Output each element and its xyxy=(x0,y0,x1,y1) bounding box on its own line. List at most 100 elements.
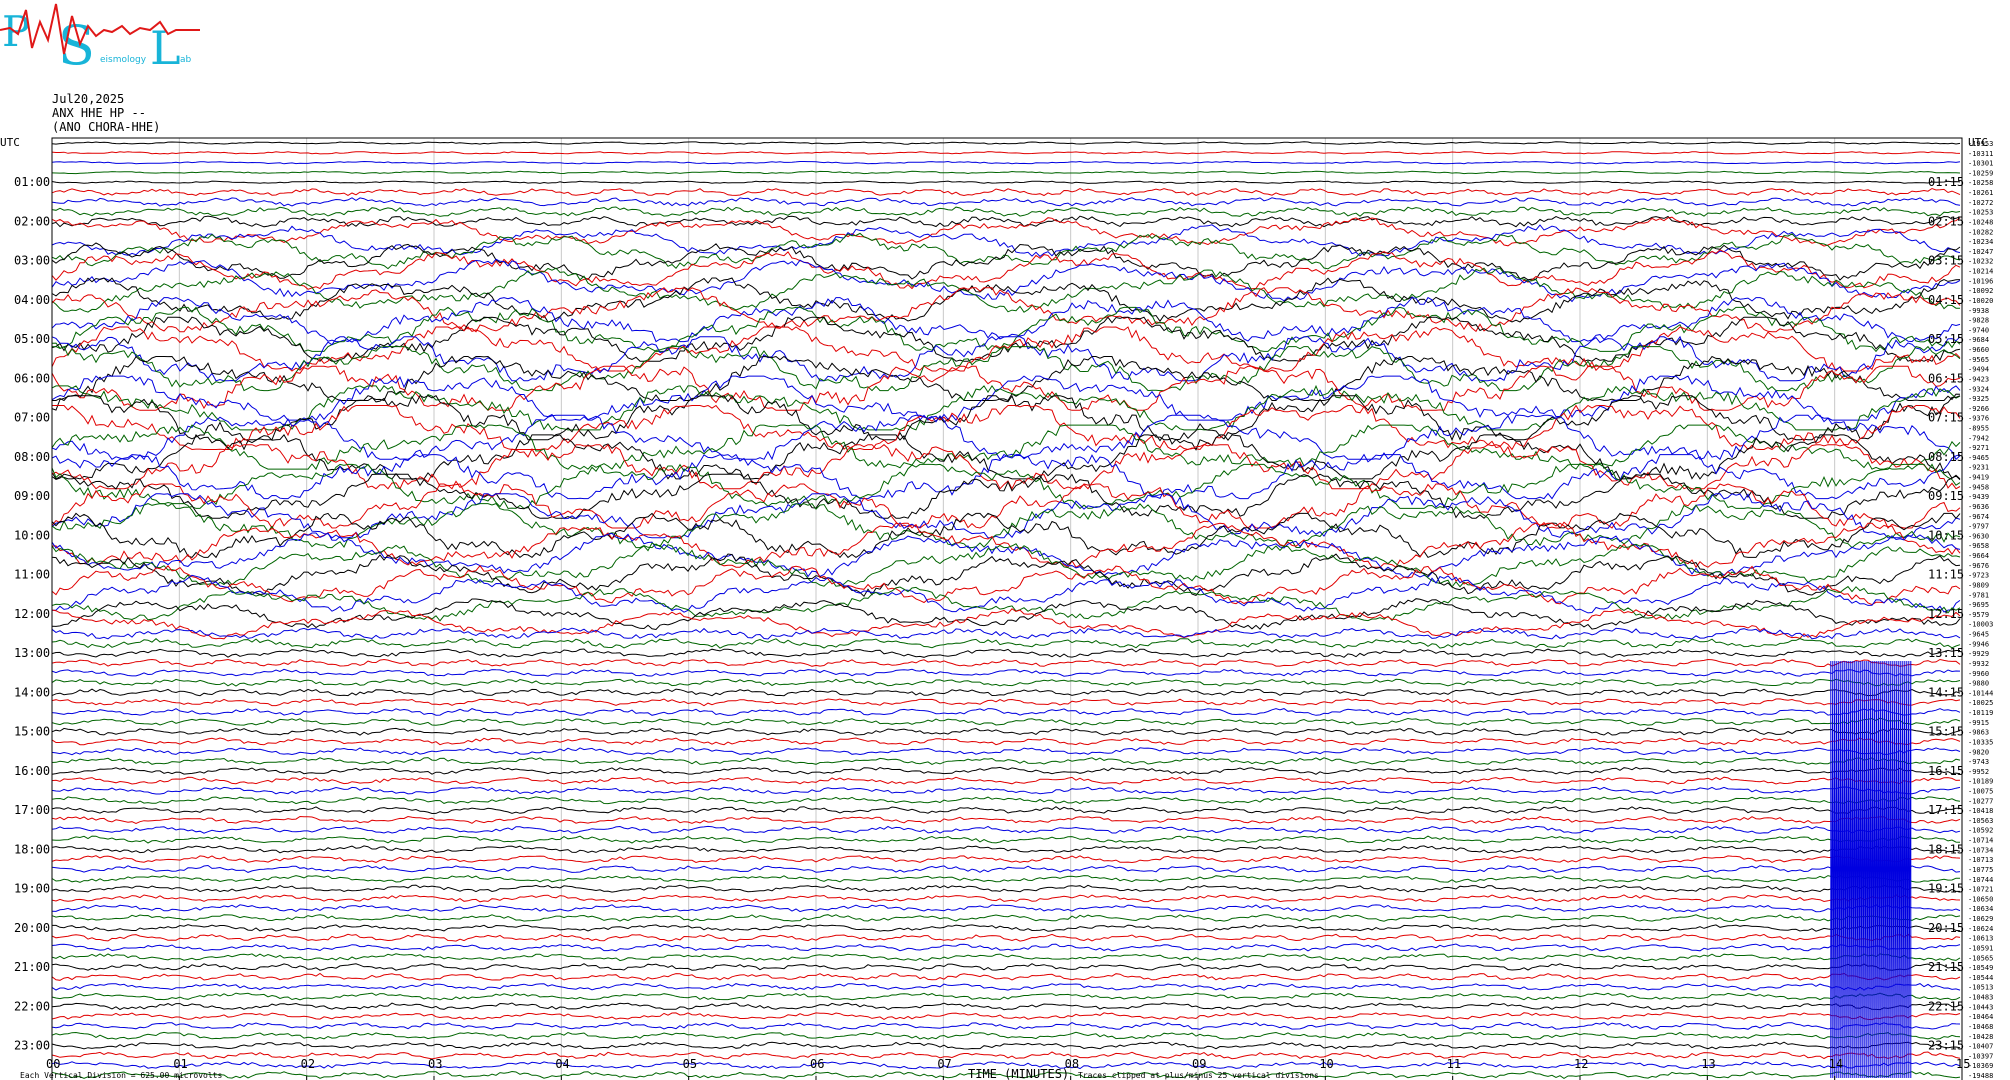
seismic-trace-line xyxy=(51,180,1961,184)
x-axis-label: TIME (MINUTES) xyxy=(968,1067,1069,1080)
seismic-trace-line xyxy=(51,708,1961,716)
trace-offset-label: -9828 xyxy=(1968,317,1989,325)
trace-offset-label: -10253 xyxy=(1968,209,1993,217)
trace-offset-label: -10397 xyxy=(1968,1052,1993,1060)
trace-offset-label: -10483 xyxy=(1968,994,1993,1002)
right-hour-label: 14:15 xyxy=(1928,685,1964,699)
seismic-trace-line xyxy=(51,747,1961,756)
seismic-trace-line xyxy=(51,963,1961,971)
trace-offset-label: -9419 xyxy=(1968,474,1989,482)
seismic-trace-line xyxy=(51,855,1961,864)
left-hour-label: 23:00 xyxy=(14,1039,50,1053)
left-hour-label: 01:00 xyxy=(14,175,50,189)
trace-offset-label: -9636 xyxy=(1968,503,1989,511)
trace-offset-label: -9458 xyxy=(1968,483,1989,491)
x-tick-label: 13 xyxy=(1701,1057,1715,1071)
trace-offset-label: -9324 xyxy=(1968,385,1989,393)
x-tick-label: 00 xyxy=(46,1057,60,1071)
seismic-trace-line xyxy=(51,1002,1961,1011)
seismic-trace-line xyxy=(51,627,1961,640)
right-hour-label: 22:15 xyxy=(1928,999,1964,1013)
left-hour-label: 11:00 xyxy=(14,568,50,582)
x-tick-label: 15 xyxy=(1956,1057,1970,1071)
seismic-trace-line xyxy=(51,796,1961,805)
left-hour-label: 07:00 xyxy=(14,411,50,425)
trace-offset-label: -10634 xyxy=(1968,905,1993,913)
left-hour-label: 13:00 xyxy=(14,646,50,660)
trace-offset-label: -10624 xyxy=(1968,925,1993,933)
seismic-trace-line xyxy=(51,277,1961,323)
seismic-trace-line xyxy=(51,972,1961,981)
right-hour-label: 04:15 xyxy=(1928,293,1964,307)
left-hour-label: 19:00 xyxy=(14,882,50,896)
trace-offset-label: -9664 xyxy=(1968,552,1989,560)
right-utc-label: UTC xyxy=(1968,136,1988,149)
x-tick-label: 02 xyxy=(301,1057,315,1071)
seismic-trace-line xyxy=(51,443,1961,490)
seismic-trace-line xyxy=(51,648,1960,658)
right-hour-label: 17:15 xyxy=(1928,803,1964,817)
trace-offset-label: -9684 xyxy=(1968,336,1989,344)
trace-offset-label: -9565 xyxy=(1968,356,1989,364)
seismic-trace-line xyxy=(51,296,1961,343)
seismic-trace-line xyxy=(51,1031,1961,1040)
trace-offset-label: -9494 xyxy=(1968,366,1989,374)
right-hour-label: 18:15 xyxy=(1928,842,1964,856)
seismic-trace-line xyxy=(51,757,1961,766)
trace-offset-label: -10247 xyxy=(1968,248,1993,256)
trace-offset-label: -9630 xyxy=(1968,532,1989,540)
trace-offset-label: -10003 xyxy=(1968,621,1993,629)
trace-offset-label: -10119 xyxy=(1968,709,1993,717)
seismic-trace-line xyxy=(51,160,1961,165)
trace-offset-label: -10196 xyxy=(1968,277,1993,285)
left-hour-label: 02:00 xyxy=(14,214,50,228)
left-hour-label: 21:00 xyxy=(14,960,50,974)
trace-offset-label: -10713 xyxy=(1968,856,1993,864)
trace-offset-label: -10775 xyxy=(1968,866,1993,874)
trace-offset-label: -7942 xyxy=(1968,434,1989,442)
right-hour-label: 23:15 xyxy=(1928,1039,1964,1053)
seismic-trace-line xyxy=(51,904,1961,913)
seismic-trace-line xyxy=(51,608,1961,640)
trace-offset-label: -9960 xyxy=(1968,670,1989,678)
trace-offset-label: -10428 xyxy=(1968,1033,1993,1041)
trace-offset-label: -10232 xyxy=(1968,258,1993,266)
seismic-trace-line xyxy=(51,698,1961,707)
trace-offset-label: -10613 xyxy=(1968,935,1993,943)
x-tick-label: 11 xyxy=(1447,1057,1461,1071)
seismic-trace-line xyxy=(51,894,1961,903)
trace-offset-label: -10544 xyxy=(1968,974,1993,982)
x-tick-label: 01 xyxy=(173,1057,187,1071)
trace-offset-label: -10443 xyxy=(1968,1003,1993,1011)
seismic-trace-line xyxy=(51,598,1961,631)
left-hour-label: 08:00 xyxy=(14,450,50,464)
seismic-traces xyxy=(51,141,1961,1079)
right-hour-label: 05:15 xyxy=(1928,332,1964,346)
right-hour-label: 01:15 xyxy=(1928,175,1964,189)
seismic-trace-line xyxy=(51,727,1961,736)
trace-offset-label: -9674 xyxy=(1968,513,1989,521)
trace-offset-label: -9645 xyxy=(1968,631,1989,639)
trace-offset-label: -9740 xyxy=(1968,326,1989,334)
clipped-event-burst xyxy=(1830,660,1912,1079)
trace-offset-label: -10282 xyxy=(1968,228,1993,236)
trace-offset-label: -9952 xyxy=(1968,768,1989,776)
seismic-trace-line xyxy=(51,884,1960,893)
trace-offset-label: -8955 xyxy=(1968,425,1989,433)
trace-offset-label: -9660 xyxy=(1968,346,1989,354)
trace-offset-label: -9820 xyxy=(1968,748,1989,756)
right-hour-label: 06:15 xyxy=(1928,371,1964,385)
trace-offset-label: -10563 xyxy=(1968,817,1993,825)
seismic-trace-line xyxy=(51,668,1961,677)
right-hour-label: 21:15 xyxy=(1928,960,1964,974)
right-hour-label: 03:15 xyxy=(1928,254,1964,268)
trace-offset-label: -9809 xyxy=(1968,581,1989,589)
trace-offset-label: -10075 xyxy=(1968,787,1993,795)
seismic-trace-line xyxy=(52,345,1961,392)
trace-offset-label: -10565 xyxy=(1968,954,1993,962)
trace-offset-label: -9880 xyxy=(1968,680,1989,688)
trace-offset-label: -10734 xyxy=(1968,846,1993,854)
trace-offset-label: -9797 xyxy=(1968,523,1989,531)
x-tick-label: 14 xyxy=(1829,1057,1843,1071)
trace-offset-label: -10591 xyxy=(1968,944,1993,952)
